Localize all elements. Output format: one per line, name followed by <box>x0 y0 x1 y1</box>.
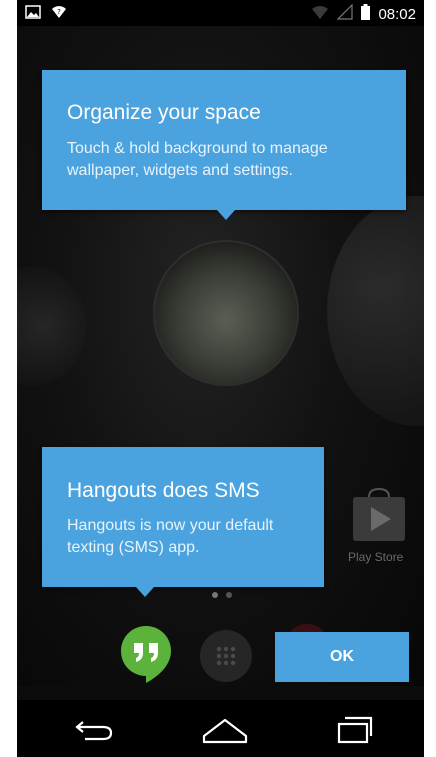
home-icon[interactable] <box>200 712 250 746</box>
navigation-bar <box>17 700 424 757</box>
image-notification-icon <box>25 5 41 24</box>
wallpaper-circle <box>153 240 299 386</box>
coach-mark-organize: Organize your space Touch & hold backgro… <box>42 70 406 210</box>
page-dot <box>212 592 218 598</box>
status-indicators: 08:02 <box>311 3 416 25</box>
coach-mark-body: Touch & hold background to manage wallpa… <box>67 140 328 179</box>
page-dot <box>226 592 232 598</box>
wifi-notification-icon: ? <box>51 4 67 25</box>
coach-mark-pointer <box>136 587 154 597</box>
coach-mark-pointer <box>217 210 235 220</box>
status-bar: ? 08:02 <box>17 0 424 26</box>
play-store-label: Play Store <box>348 550 404 564</box>
status-notifications: ? <box>25 4 67 25</box>
wallpaper-shape-left <box>17 266 87 386</box>
phone-screen: ? 08:02 Play Store Organize your space T… <box>17 0 424 757</box>
coach-mark-title: Organize your space <box>67 101 261 124</box>
ok-button[interactable]: OK <box>275 632 409 682</box>
svg-text:?: ? <box>57 8 61 16</box>
status-clock: 08:02 <box>378 6 416 23</box>
cell-signal-icon <box>337 3 354 25</box>
all-apps-icon[interactable] <box>200 630 252 682</box>
recents-icon[interactable] <box>331 712 381 746</box>
back-icon[interactable] <box>69 712 119 746</box>
battery-icon <box>361 4 371 25</box>
coach-mark-body: Hangouts is now your default texting (SM… <box>67 517 274 556</box>
hangouts-icon[interactable] <box>119 625 173 683</box>
coach-mark-title: Hangouts does SMS <box>67 479 260 502</box>
play-store-icon[interactable] <box>347 487 411 543</box>
wifi-signal-icon <box>311 4 329 25</box>
coach-mark-hangouts: Hangouts does SMS Hangouts is now your d… <box>42 447 324 587</box>
page-indicator <box>212 592 232 598</box>
wallpaper-shape-right <box>327 196 424 426</box>
